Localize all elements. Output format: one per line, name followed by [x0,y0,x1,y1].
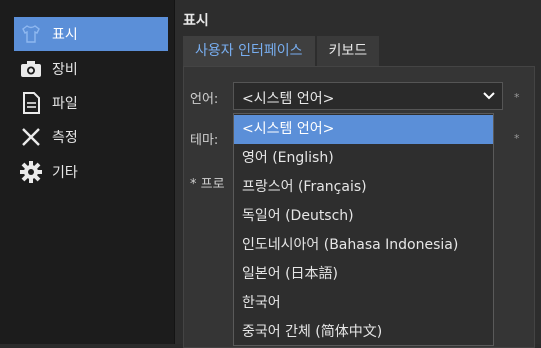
language-option[interactable]: 프랑스어 (Français) [234,173,493,202]
language-option[interactable]: 일본어 (日本語) [234,260,493,289]
sidebar-item-label: 파일 [52,96,78,112]
theme-label: 테마: [190,133,219,148]
language-option[interactable]: 인도네시아어 (Bahasa Indonesia) [234,231,493,260]
required-marker: * [514,132,520,145]
language-option[interactable]: 영어 (English) [234,144,493,173]
tab-bar: 사용자 인터페이스 키보드 [183,36,381,66]
sidebar-item-etc[interactable]: 기타 [14,155,168,189]
page-title: 표시 [183,13,209,29]
language-option[interactable]: 한국어 [234,289,493,318]
language-option[interactable]: <시스템 언어> [234,115,493,144]
gear-icon [18,159,44,185]
sidebar-item-label: 표시 [52,27,78,43]
sidebar: 표시 장비 파일 측정 기타 [0,0,175,344]
language-dropdown-list: <시스템 언어> 영어 (English) 프랑스어 (Français) 독일… [233,113,494,346]
language-select-value: <시스템 언어> [242,91,335,107]
scissors-icon [18,124,44,150]
sidebar-item-label: 기타 [52,165,78,181]
language-select[interactable]: <시스템 언어> [233,82,503,110]
sidebar-item-label: 장비 [52,62,78,78]
sidebar-item-file[interactable]: 파일 [14,86,168,120]
language-option[interactable]: 독일어 (Deutsch) [234,202,493,231]
file-icon [18,90,44,116]
camera-icon [18,56,44,82]
required-marker: * [514,91,520,104]
sidebar-item-display[interactable]: 표시 [14,17,168,51]
tab-user-interface[interactable]: 사용자 인터페이스 [183,36,315,66]
sidebar-item-label: 측정 [52,130,78,146]
language-option[interactable]: 중국어 간체 (简体中文) [234,318,493,345]
sidebar-item-equipment[interactable]: 장비 [14,52,168,86]
language-label: 언어: [190,92,219,107]
tab-keyboard[interactable]: 키보드 [316,36,380,66]
note-text: * 프로 [190,177,225,192]
chevron-down-icon [482,89,496,103]
sidebar-item-measure[interactable]: 측정 [14,120,168,154]
shirt-icon [18,21,44,47]
